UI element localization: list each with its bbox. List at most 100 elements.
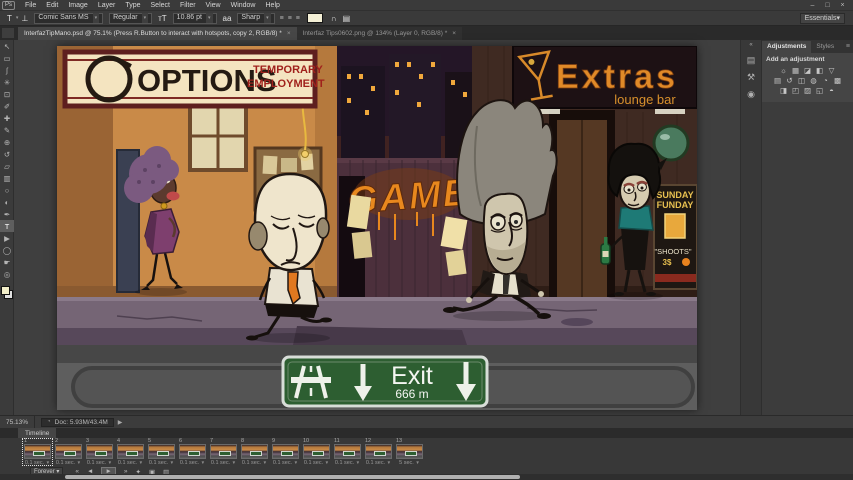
frame-duration[interactable]: 0.1 sec. ▼ bbox=[147, 459, 176, 466]
eyedropper-tool[interactable]: ✐ bbox=[0, 100, 14, 112]
hand-tool[interactable]: ☛ bbox=[0, 256, 14, 268]
threshold-adjustment-icon[interactable]: ▨ bbox=[802, 86, 814, 95]
font-style-select[interactable]: Regular ▾ bbox=[109, 13, 152, 24]
frame-duration[interactable]: 0.1 sec. ▼ bbox=[364, 459, 393, 466]
frame-3[interactable]: 3 0.1 sec. ▼ bbox=[84, 438, 115, 466]
frame-duration[interactable]: 0.1 sec. ▼ bbox=[333, 459, 362, 466]
text-orientation-icon[interactable]: ⊥ bbox=[21, 14, 28, 23]
align-left-icon[interactable]: ≡ bbox=[280, 15, 284, 22]
menu-item-filter[interactable]: Filter bbox=[175, 2, 201, 9]
brightness-adjustment-icon[interactable]: ☼ bbox=[778, 66, 790, 75]
frame-9[interactable]: 9 0.1 sec. ▼ bbox=[270, 438, 301, 466]
crop-tool[interactable]: ⊡ bbox=[0, 88, 14, 100]
document-tab-2[interactable]: Interfaz Tips0602.png @ 134% (Layer 0, R… bbox=[297, 27, 462, 40]
gradient-tool[interactable]: ▥ bbox=[0, 172, 14, 184]
clone-stamp-tool[interactable]: ⊕ bbox=[0, 136, 14, 148]
frame-duration[interactable]: 0.1 sec. ▼ bbox=[116, 459, 145, 466]
brush-tool[interactable]: ✎ bbox=[0, 124, 14, 136]
font-family-select[interactable]: Comic Sans MS ▾ bbox=[34, 13, 103, 24]
lasso-tool[interactable]: ʃ bbox=[0, 64, 14, 76]
photo-filter-adjustment-icon[interactable]: ◍ bbox=[808, 76, 820, 85]
channel-mixer-adjustment-icon[interactable]: ◔ bbox=[820, 76, 832, 85]
frame-duration[interactable]: 5 sec. ▼ bbox=[395, 459, 424, 466]
frame-10[interactable]: 10 0.1 sec. ▼ bbox=[301, 438, 332, 466]
warp-text-icon[interactable]: ∩ bbox=[331, 14, 337, 23]
vibrance-adjustment-icon[interactable]: ▽ bbox=[826, 66, 838, 75]
shape-tool[interactable]: ◯ bbox=[0, 244, 14, 256]
frame-8[interactable]: 8 0.1 sec. ▼ bbox=[239, 438, 270, 466]
menu-item-edit[interactable]: Edit bbox=[41, 2, 63, 9]
close-icon[interactable]: × bbox=[452, 30, 456, 37]
frame-thumbnail[interactable] bbox=[24, 444, 51, 459]
tab-adjustments[interactable]: Adjustments bbox=[762, 41, 811, 53]
frame-thumbnail[interactable] bbox=[86, 444, 113, 459]
restore-button[interactable]: □ bbox=[820, 2, 835, 9]
wand-tool[interactable]: ✳ bbox=[0, 76, 14, 88]
invert-adjustment-icon[interactable]: ◨ bbox=[778, 86, 790, 95]
frame-thumbnail[interactable] bbox=[55, 444, 82, 459]
status-expand-icon[interactable]: ▶ bbox=[118, 419, 123, 426]
frame-1[interactable]: 1 0.1 sec. ▼ bbox=[22, 438, 53, 466]
workspace-switcher[interactable]: Essentials ▾ bbox=[800, 13, 845, 24]
type-tool[interactable]: T bbox=[0, 220, 14, 232]
frame-11[interactable]: 11 0.1 sec. ▼ bbox=[332, 438, 363, 466]
menu-item-window[interactable]: Window bbox=[226, 2, 261, 9]
timeline-scrollbar[interactable] bbox=[0, 474, 853, 480]
collapse-dock-icon[interactable]: « bbox=[749, 42, 752, 48]
hue-adjustment-icon[interactable]: ▤ bbox=[772, 76, 784, 85]
healing-tool[interactable]: ✚ bbox=[0, 112, 14, 124]
frame-thumbnail[interactable] bbox=[334, 444, 361, 459]
eraser-tool[interactable]: ▱ bbox=[0, 160, 14, 172]
minimize-button[interactable]: – bbox=[805, 2, 820, 9]
frame-thumbnail[interactable] bbox=[365, 444, 392, 459]
tab-timeline[interactable]: Timeline bbox=[18, 428, 56, 438]
frame-thumbnail[interactable] bbox=[148, 444, 175, 459]
frame-4[interactable]: 4 0.1 sec. ▼ bbox=[115, 438, 146, 466]
exposure-adjustment-icon[interactable]: ◧ bbox=[814, 66, 826, 75]
align-right-icon[interactable]: ≡ bbox=[296, 15, 300, 22]
frame-duration[interactable]: 0.1 sec. ▼ bbox=[240, 459, 269, 466]
gradient-map-adjustment-icon[interactable]: ◱ bbox=[814, 86, 826, 95]
curves-adjustment-icon[interactable]: ◪ bbox=[802, 66, 814, 75]
menu-item-type[interactable]: Type bbox=[120, 2, 145, 9]
menu-item-file[interactable]: File bbox=[20, 2, 41, 9]
document-canvas[interactable]: OPTIONS TEMPORARY EMPLOYMENT GAME bbox=[57, 46, 697, 410]
path-select-tool[interactable]: ▶ bbox=[0, 232, 14, 244]
presets-panel-icon[interactable]: ▤ bbox=[747, 52, 756, 69]
marquee-tool[interactable]: ▭ bbox=[0, 52, 14, 64]
frame-thumbnail[interactable] bbox=[303, 444, 330, 459]
close-button[interactable]: × bbox=[835, 2, 850, 9]
frame-duration[interactable]: 0.1 sec. ▼ bbox=[85, 459, 114, 466]
document-tab-1[interactable]: InterfazTipMano.psd @ 75.1% (Press R.But… bbox=[18, 27, 297, 40]
frame-duration[interactable]: 0.1 sec. ▼ bbox=[23, 459, 52, 466]
posterize-adjustment-icon[interactable]: ◰ bbox=[790, 86, 802, 95]
color-balance-adjustment-icon[interactable]: ↺ bbox=[784, 76, 796, 85]
tab-styles[interactable]: Styles bbox=[811, 41, 839, 53]
black-white-adjustment-icon[interactable]: ◫ bbox=[796, 76, 808, 85]
history-brush-tool[interactable]: ↺ bbox=[0, 148, 14, 160]
frame-duration[interactable]: 0.1 sec. ▼ bbox=[271, 459, 300, 466]
frame-duration[interactable]: 0.1 sec. ▼ bbox=[209, 459, 238, 466]
menu-item-view[interactable]: View bbox=[201, 2, 226, 9]
frame-thumbnail[interactable] bbox=[117, 444, 144, 459]
frame-thumbnail[interactable] bbox=[210, 444, 237, 459]
selective-color-adjustment-icon[interactable]: ◓ bbox=[826, 86, 838, 95]
tools-panel-icon[interactable]: ⚒ bbox=[747, 69, 755, 86]
menu-item-select[interactable]: Select bbox=[146, 2, 175, 9]
kuler-panel-icon[interactable]: ◉ bbox=[747, 86, 755, 103]
close-icon[interactable]: × bbox=[287, 30, 291, 37]
scrollbar-thumb[interactable] bbox=[65, 475, 520, 479]
zoom-level-field[interactable]: 75.13% bbox=[0, 416, 35, 428]
frame-duration[interactable]: 0.1 sec. ▼ bbox=[302, 459, 331, 466]
frame-duration[interactable]: 0.1 sec. ▼ bbox=[54, 459, 83, 466]
frame-12[interactable]: 12 0.1 sec. ▼ bbox=[363, 438, 394, 466]
chevron-down-icon[interactable]: ▾ bbox=[16, 15, 19, 21]
frame-7[interactable]: 7 0.1 sec. ▼ bbox=[208, 438, 239, 466]
frame-2[interactable]: 2 0.1 sec. ▼ bbox=[53, 438, 84, 466]
foreground-color-swatch[interactable] bbox=[1, 286, 10, 295]
dodge-tool[interactable]: ◐ bbox=[0, 196, 14, 208]
frame-thumbnail[interactable] bbox=[272, 444, 299, 459]
frame-thumbnail[interactable] bbox=[241, 444, 268, 459]
move-tool[interactable]: ↖ bbox=[0, 40, 14, 52]
blur-tool[interactable]: ○ bbox=[0, 184, 14, 196]
